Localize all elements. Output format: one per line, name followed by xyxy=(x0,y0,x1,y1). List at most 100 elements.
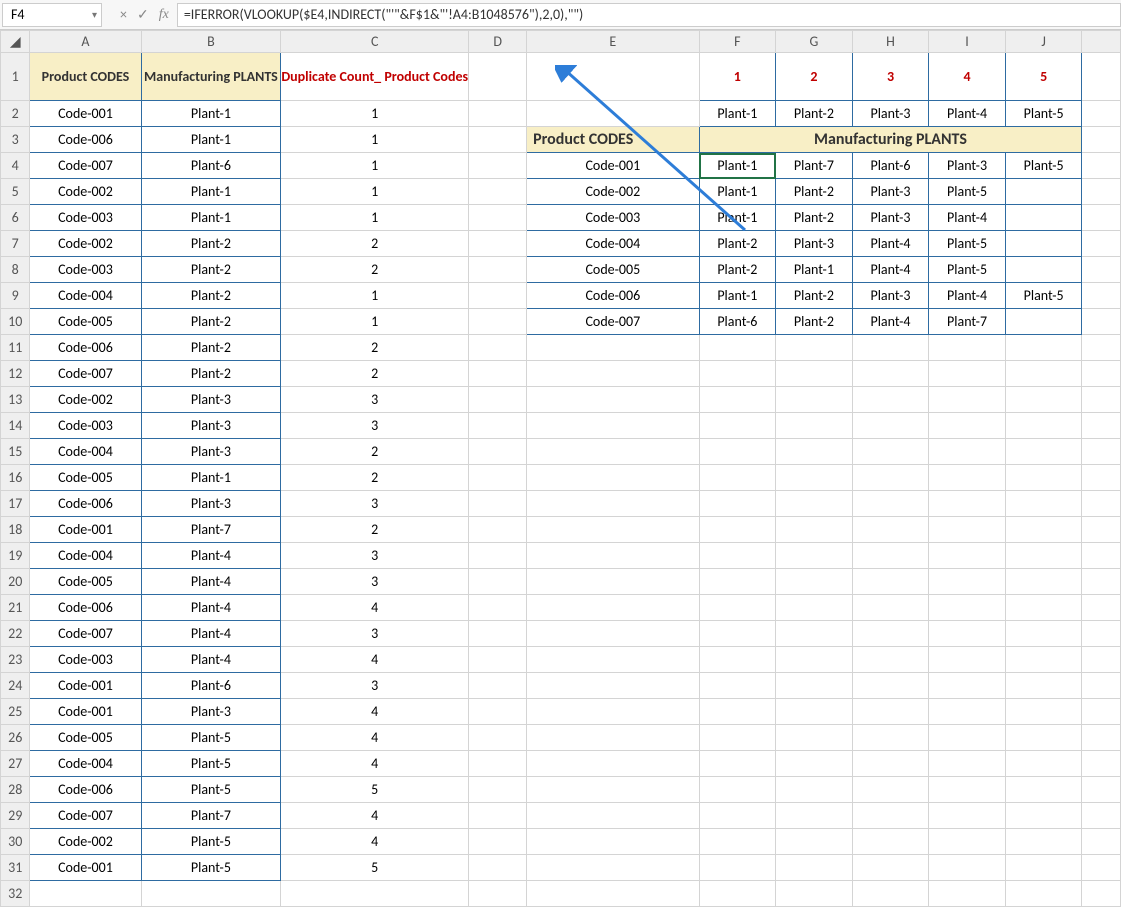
cell-A6[interactable]: Code-003 xyxy=(30,205,141,231)
cell-J2[interactable]: Plant-5 xyxy=(1005,101,1082,127)
row-header-27[interactable]: 27 xyxy=(1,751,30,777)
col-header-H[interactable]: H xyxy=(852,31,929,53)
cell-A25[interactable]: Code-001 xyxy=(30,699,141,725)
cell-E7[interactable]: Code-004 xyxy=(527,231,699,257)
cell-B29[interactable]: Plant-7 xyxy=(141,803,281,829)
row-header-9[interactable]: 9 xyxy=(1,283,30,309)
row-header-21[interactable]: 21 xyxy=(1,595,30,621)
cell-D1[interactable] xyxy=(469,53,527,101)
cell-F1[interactable]: 1 xyxy=(699,53,776,101)
cell-B7[interactable]: Plant-2 xyxy=(141,231,281,257)
cell-C22[interactable]: 3 xyxy=(281,621,469,647)
cell-F3-J3[interactable]: Manufacturing PLANTS xyxy=(699,127,1082,153)
fx-icon[interactable]: fx xyxy=(159,7,169,23)
col-header-B[interactable]: B xyxy=(141,31,281,53)
cell-F8[interactable]: Plant-2 xyxy=(699,257,776,283)
cell-H8[interactable]: Plant-4 xyxy=(852,257,929,283)
name-box[interactable]: F4 ▾ xyxy=(2,3,102,27)
cell-D7[interactable] xyxy=(469,231,527,257)
cell-C10[interactable]: 1 xyxy=(281,309,469,335)
cell-E4[interactable]: Code-001 xyxy=(527,153,699,179)
cell-B30[interactable]: Plant-5 xyxy=(141,829,281,855)
cell-H4[interactable]: Plant-6 xyxy=(852,153,929,179)
cell-B11[interactable]: Plant-2 xyxy=(141,335,281,361)
row-header-29[interactable]: 29 xyxy=(1,803,30,829)
row-header-7[interactable]: 7 xyxy=(1,231,30,257)
row-header-30[interactable]: 30 xyxy=(1,829,30,855)
cell-C11[interactable]: 2 xyxy=(281,335,469,361)
row-header-6[interactable]: 6 xyxy=(1,205,30,231)
select-all-corner[interactable]: ◢ xyxy=(1,31,30,53)
cell-F9[interactable]: Plant-1 xyxy=(699,283,776,309)
cell-C19[interactable]: 3 xyxy=(281,543,469,569)
cell-B9[interactable]: Plant-2 xyxy=(141,283,281,309)
cell-C8[interactable]: 2 xyxy=(281,257,469,283)
cell-C30[interactable]: 4 xyxy=(281,829,469,855)
cell-C26[interactable]: 4 xyxy=(281,725,469,751)
row-header-31[interactable]: 31 xyxy=(1,855,30,881)
row-header-25[interactable]: 25 xyxy=(1,699,30,725)
cell-C31[interactable]: 5 xyxy=(281,855,469,881)
cell-D5[interactable] xyxy=(469,179,527,205)
cell-B15[interactable]: Plant-3 xyxy=(141,439,281,465)
row-header-16[interactable]: 16 xyxy=(1,465,30,491)
cell-F10[interactable]: Plant-6 xyxy=(699,309,776,335)
cell-B22[interactable]: Plant-4 xyxy=(141,621,281,647)
cell-A18[interactable]: Code-001 xyxy=(30,517,141,543)
cell-H5[interactable]: Plant-3 xyxy=(852,179,929,205)
cell-C25[interactable]: 4 xyxy=(281,699,469,725)
cell-J9[interactable]: Plant-5 xyxy=(1005,283,1082,309)
cell-B8[interactable]: Plant-2 xyxy=(141,257,281,283)
cell-J4[interactable]: Plant-5 xyxy=(1005,153,1082,179)
cell-A27[interactable]: Code-004 xyxy=(30,751,141,777)
col-header-E[interactable]: E xyxy=(527,31,699,53)
cell-A11[interactable]: Code-006 xyxy=(30,335,141,361)
cell-B21[interactable]: Plant-4 xyxy=(141,595,281,621)
col-header-F[interactable]: F xyxy=(699,31,776,53)
cell-I7[interactable]: Plant-5 xyxy=(929,231,1006,257)
cell-A19[interactable]: Code-004 xyxy=(30,543,141,569)
cell-A31[interactable]: Code-001 xyxy=(30,855,141,881)
cell-A13[interactable]: Code-002 xyxy=(30,387,141,413)
cell-B3[interactable]: Plant-1 xyxy=(141,127,281,153)
cell-C7[interactable]: 2 xyxy=(281,231,469,257)
cell-B31[interactable]: Plant-5 xyxy=(141,855,281,881)
row-header-24[interactable]: 24 xyxy=(1,673,30,699)
cell-B18[interactable]: Plant-7 xyxy=(141,517,281,543)
col-header-I[interactable]: I xyxy=(929,31,1006,53)
cell-G1[interactable]: 2 xyxy=(776,53,853,101)
cell-A14[interactable]: Code-003 xyxy=(30,413,141,439)
cell-A26[interactable]: Code-005 xyxy=(30,725,141,751)
cell-I1[interactable]: 4 xyxy=(929,53,1006,101)
cell-C5[interactable]: 1 xyxy=(281,179,469,205)
cell-C16[interactable]: 2 xyxy=(281,465,469,491)
row-header-14[interactable]: 14 xyxy=(1,413,30,439)
row-header-22[interactable]: 22 xyxy=(1,621,30,647)
row-header-8[interactable]: 8 xyxy=(1,257,30,283)
cell-C15[interactable]: 2 xyxy=(281,439,469,465)
cell-I9[interactable]: Plant-4 xyxy=(929,283,1006,309)
cell-C6[interactable]: 1 xyxy=(281,205,469,231)
cell-I4[interactable]: Plant-3 xyxy=(929,153,1006,179)
cell-I10[interactable]: Plant-7 xyxy=(929,309,1006,335)
cell-B19[interactable]: Plant-4 xyxy=(141,543,281,569)
row-header-5[interactable]: 5 xyxy=(1,179,30,205)
cell-B27[interactable]: Plant-5 xyxy=(141,751,281,777)
cell-C27[interactable]: 4 xyxy=(281,751,469,777)
cell-C12[interactable]: 2 xyxy=(281,361,469,387)
cell-A15[interactable]: Code-004 xyxy=(30,439,141,465)
cell-G4[interactable]: Plant-7 xyxy=(776,153,853,179)
cell-B26[interactable]: Plant-5 xyxy=(141,725,281,751)
row-header-15[interactable]: 15 xyxy=(1,439,30,465)
cell-A4[interactable]: Code-007 xyxy=(30,153,141,179)
cell-A22[interactable]: Code-007 xyxy=(30,621,141,647)
row-header-1[interactable]: 1 xyxy=(1,53,30,101)
cell-C20[interactable]: 3 xyxy=(281,569,469,595)
row-header-13[interactable]: 13 xyxy=(1,387,30,413)
cell-A10[interactable]: Code-005 xyxy=(30,309,141,335)
row-header-4[interactable]: 4 xyxy=(1,153,30,179)
row-header-20[interactable]: 20 xyxy=(1,569,30,595)
cell-B12[interactable]: Plant-2 xyxy=(141,361,281,387)
cell-B24[interactable]: Plant-6 xyxy=(141,673,281,699)
cell-C2[interactable]: 1 xyxy=(281,101,469,127)
